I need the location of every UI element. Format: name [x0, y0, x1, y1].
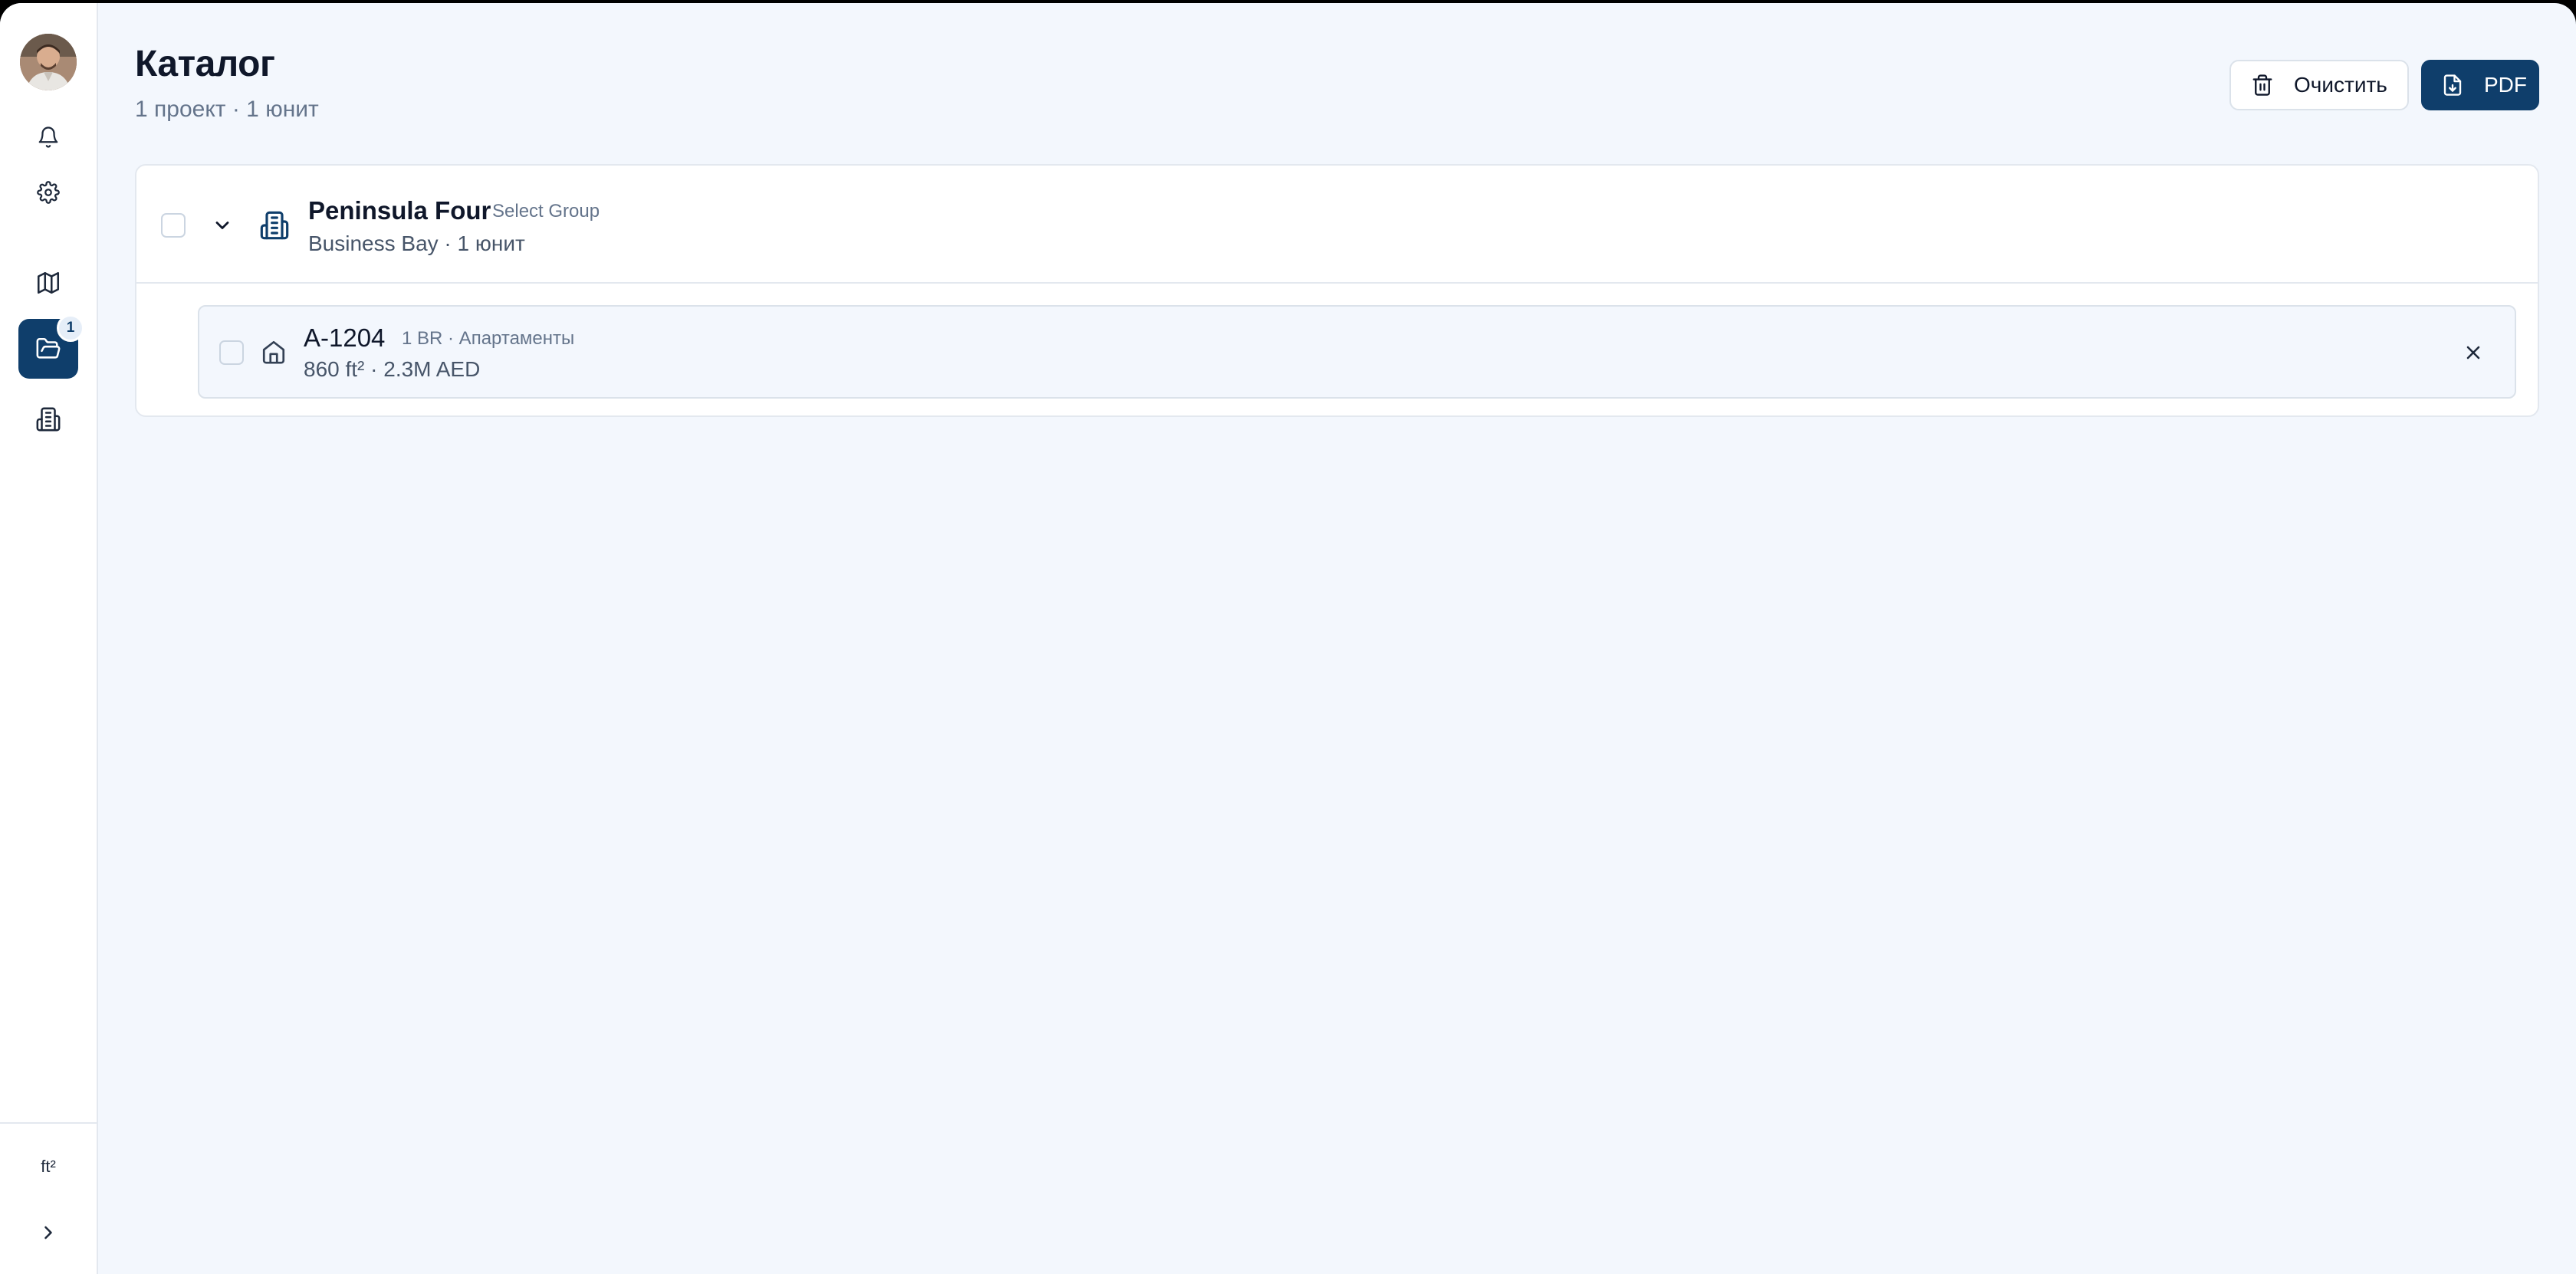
sidebar-item-buildings[interactable]: [18, 389, 78, 449]
file-download-icon: [2443, 74, 2462, 96]
sidebar: 1 ft²: [0, 3, 98, 1274]
sidebar-item-settings[interactable]: [18, 163, 78, 222]
building-icon: [36, 407, 61, 432]
catalog-count-badge: 1: [57, 314, 84, 342]
pdf-button-label: PDF: [2484, 73, 2527, 97]
folder-open-icon: [36, 337, 61, 359]
trash-icon: [2252, 74, 2272, 96]
group-meta: Business Bay · 1 юнит: [308, 231, 525, 255]
bell-icon: [38, 126, 58, 148]
page-title: Каталог: [135, 44, 275, 84]
group-header: Peninsula Four Select Group Business Bay…: [136, 166, 2538, 284]
catalog-group-card: Peninsula Four Select Group Business Bay…: [135, 164, 2539, 417]
chevron-down-icon: [215, 222, 229, 229]
close-icon: [2466, 346, 2480, 360]
app-window: 1 ft² Каталог 1 проект · 1 юнит Очистить…: [0, 3, 2576, 1274]
unit-tag: 1 BR · Апартаменты: [402, 328, 575, 349]
sidebar-divider: [0, 1122, 97, 1124]
home-icon: [262, 340, 285, 364]
unit-row[interactable]: A-1204 1 BR · Апартаменты 860 ft² · 2.3M…: [198, 305, 2516, 399]
sidebar-expand-button[interactable]: [18, 1211, 78, 1254]
map-icon: [37, 271, 60, 294]
sidebar-item-catalog[interactable]: 1: [18, 314, 84, 379]
remove-unit-button[interactable]: [2458, 337, 2489, 368]
group-tag[interactable]: Select Group: [492, 201, 600, 222]
building-icon: [260, 211, 289, 240]
pdf-export-button[interactable]: PDF: [2421, 60, 2539, 110]
sidebar-item-notifications[interactable]: [18, 107, 78, 167]
group-collapse-button[interactable]: [209, 212, 236, 239]
page-subtitle: 1 проект · 1 юнит: [135, 97, 319, 122]
group-select-checkbox[interactable]: [161, 213, 186, 238]
sidebar-item-map[interactable]: [18, 253, 78, 313]
unit-name: A-1204: [304, 323, 386, 352]
chevron-right-icon: [44, 1226, 52, 1240]
clear-button[interactable]: Очистить: [2229, 60, 2409, 110]
unit-select-checkbox[interactable]: [219, 340, 244, 365]
clear-button-label: Очистить: [2294, 73, 2387, 97]
avatar[interactable]: [20, 34, 77, 90]
units-toggle-button[interactable]: ft²: [18, 1150, 78, 1184]
unit-meta: 860 ft² · 2.3M AED: [304, 357, 481, 381]
group-name[interactable]: Peninsula Four: [308, 196, 491, 225]
gear-icon: [37, 181, 60, 204]
